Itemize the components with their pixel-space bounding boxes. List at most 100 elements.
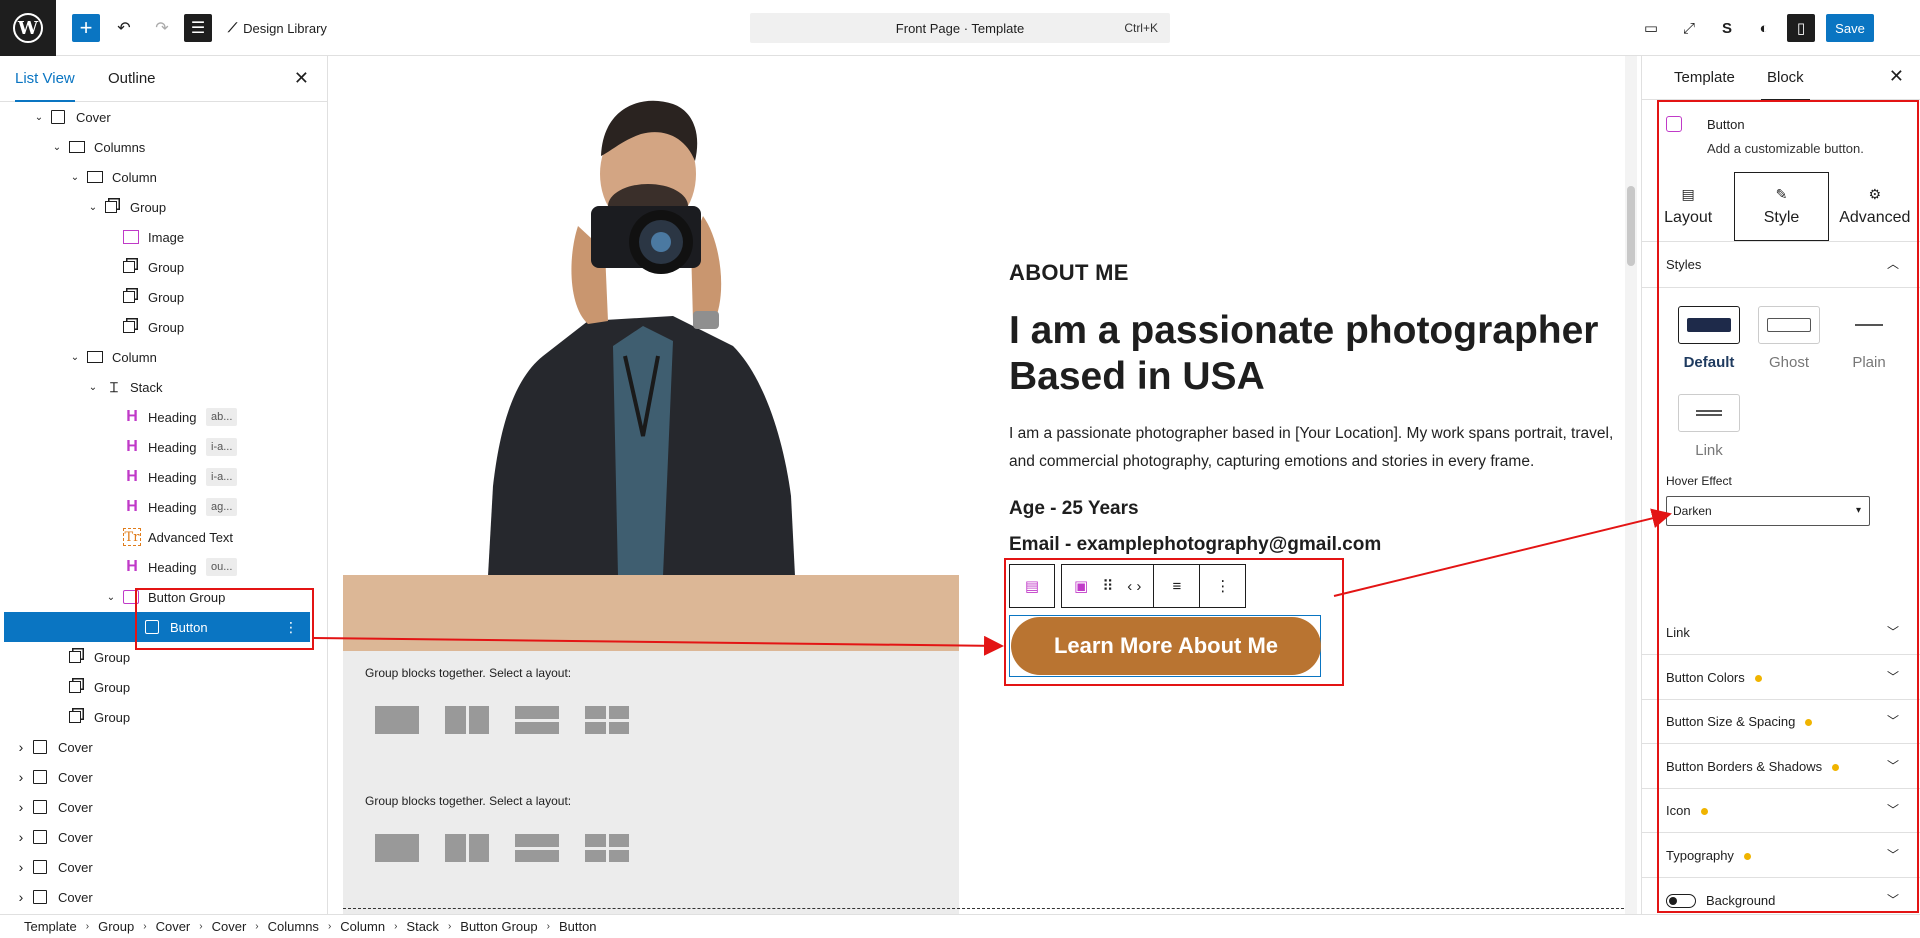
redo-icon[interactable]: ↷ [148,14,176,42]
settings-section-header[interactable]: Button Colors ﹀ [1642,655,1920,700]
breadcrumb-item[interactable]: Stack [406,919,439,934]
list-item[interactable]: Group [0,312,320,342]
layout-one-column-icon[interactable] [375,706,419,734]
tab-outline[interactable]: Outline [108,70,156,87]
save-button[interactable]: Save [1826,14,1874,42]
breadcrumb-item[interactable]: Button Group [460,919,537,934]
tab-template[interactable]: Template [1674,69,1735,86]
settings-section-header[interactable]: Icon ﹀ [1642,788,1920,834]
close-icon[interactable]: ✕ [1889,66,1904,87]
settings-section-header[interactable]: Background ﹀ [1642,878,1920,914]
breadcrumb-item[interactable]: Cover [212,919,247,934]
chevron-right-icon[interactable]: › [14,769,28,785]
settings-section-header[interactable]: Button Size & Spacing ﹀ [1642,699,1920,745]
canvas-scrollbar[interactable] [1625,56,1637,914]
settings-section-header[interactable]: Link ﹀ [1642,610,1920,655]
chevron-right-icon[interactable]: › [14,739,28,755]
breadcrumb-item[interactable]: Button [559,919,597,934]
chevron-right-icon: › [394,921,398,932]
age-heading[interactable]: Age - 25 Years [1009,498,1139,520]
settings-section-header[interactable]: Typography ﹀ [1642,833,1920,878]
styles-section-header[interactable]: Styles ︿ [1642,242,1920,288]
chevron-down-icon[interactable]: ⌄ [68,172,82,183]
undo-icon[interactable]: ↶ [110,14,138,42]
group-placeholder-area[interactable]: Group blocks together. Select a layout: … [343,651,959,914]
document-overview-icon[interactable]: ☰ [184,14,212,42]
list-item[interactable]: › Cover [0,792,320,822]
chevron-right-icon[interactable]: › [14,889,28,905]
email-heading[interactable]: Email - examplephotography@gmail.com [1009,534,1381,556]
chevron-right-icon[interactable]: › [14,859,28,875]
design-library-button[interactable]: ⟋ Design Library [228,14,327,42]
layout-one-column-icon[interactable] [375,834,419,862]
style-link[interactable]: Link [1678,394,1740,459]
breadcrumb-item[interactable]: Column [340,919,385,934]
bio-text[interactable]: I am a passionate photographer based in … [1009,420,1629,476]
list-item[interactable]: ⌄ Cover [0,102,320,132]
list-item[interactable]: › Cover [0,822,320,852]
list-item[interactable]: › Cover [0,852,320,882]
chevron-down-icon[interactable]: ⌄ [104,592,118,603]
command-palette[interactable]: Front Page · Template Ctrl+K [750,13,1170,43]
styles-contrast-icon[interactable]: ◐ [1750,14,1778,42]
tab-list-view[interactable]: List View [15,70,75,102]
layout-two-rows-icon[interactable] [515,706,559,734]
tab-style[interactable]: ✎ Style [1734,172,1829,241]
tab-advanced[interactable]: ⚙ Advanced [1829,172,1920,241]
tab-layout[interactable]: ▤ Layout [1642,172,1734,241]
list-item[interactable]: › Cover [0,732,320,762]
chevron-down-icon[interactable]: ⌄ [32,112,46,123]
preview-device-icon[interactable]: ▭ [1637,14,1665,42]
breadcrumb-item[interactable]: Template [24,919,77,934]
close-icon[interactable]: ✕ [294,68,309,89]
layout-two-columns-icon[interactable] [445,834,489,862]
list-item[interactable]: ⌄ ⌶ Stack [0,372,320,402]
chevron-right-icon[interactable]: › [14,829,28,845]
editor-canvas: Group blocks together. Select a layout: … [329,56,1641,914]
style-plain[interactable]: Plain [1838,306,1900,371]
list-item[interactable]: ⌄ Columns [0,132,320,162]
layout-grid-icon[interactable] [585,834,629,862]
photographer-image[interactable] [343,56,959,576]
layout-grid-icon[interactable] [585,706,629,734]
list-item[interactable]: H Heading i-a... [0,462,320,492]
hover-effect-select[interactable]: Darken ▾ [1666,496,1870,526]
list-item[interactable]: ⌄ Column [0,162,320,192]
list-item[interactable]: › Cover [0,762,320,792]
breadcrumb-item[interactable]: Cover [156,919,191,934]
about-heading[interactable]: ABOUT ME [1009,260,1129,286]
list-item[interactable]: H Heading ab... [0,402,320,432]
list-item[interactable]: Group [0,702,320,732]
style-ghost[interactable]: Ghost [1758,306,1820,371]
add-block-button[interactable]: + [72,14,100,42]
layout-two-columns-icon[interactable] [445,706,489,734]
main-headline[interactable]: I am a passionate photographer Based in … [1009,308,1609,400]
layout-two-rows-icon[interactable] [515,834,559,862]
list-item[interactable]: › Cover [0,882,320,912]
style-default[interactable]: Default [1678,306,1740,371]
stackable-icon[interactable]: S [1713,14,1741,42]
list-item[interactable]: ⌄ Group [0,192,320,222]
breadcrumb-item[interactable]: Columns [268,919,319,934]
list-item[interactable]: Group [0,282,320,312]
wordpress-logo-icon[interactable]: W [0,0,56,56]
background-toggle[interactable] [1666,894,1696,909]
list-item[interactable]: Group [0,252,320,282]
list-item[interactable]: H Heading ou... [0,552,320,582]
settings-section-header[interactable]: Button Borders & Shadows ﹀ [1642,744,1920,789]
list-item[interactable]: Image [0,222,320,252]
list-item[interactable]: H Heading i-a... [0,432,320,462]
list-item[interactable]: ⌄ Column [0,342,320,372]
settings-sidebar-icon[interactable]: ▯ [1787,14,1815,42]
chevron-down-icon[interactable]: ⌄ [86,202,100,213]
list-item[interactable]: Group [0,672,320,702]
list-item[interactable]: H Heading ag... [0,492,320,522]
chevron-right-icon[interactable]: › [14,799,28,815]
breadcrumb-item[interactable]: Group [98,919,134,934]
chevron-down-icon[interactable]: ⌄ [86,382,100,393]
chevron-down-icon[interactable]: ⌄ [68,352,82,363]
chevron-down-icon[interactable]: ⌄ [50,142,64,153]
list-item[interactable]: Tr Advanced Text [0,522,320,552]
fullscreen-icon[interactable]: ⤢ [1675,14,1703,42]
tab-block[interactable]: Block [1761,69,1810,101]
